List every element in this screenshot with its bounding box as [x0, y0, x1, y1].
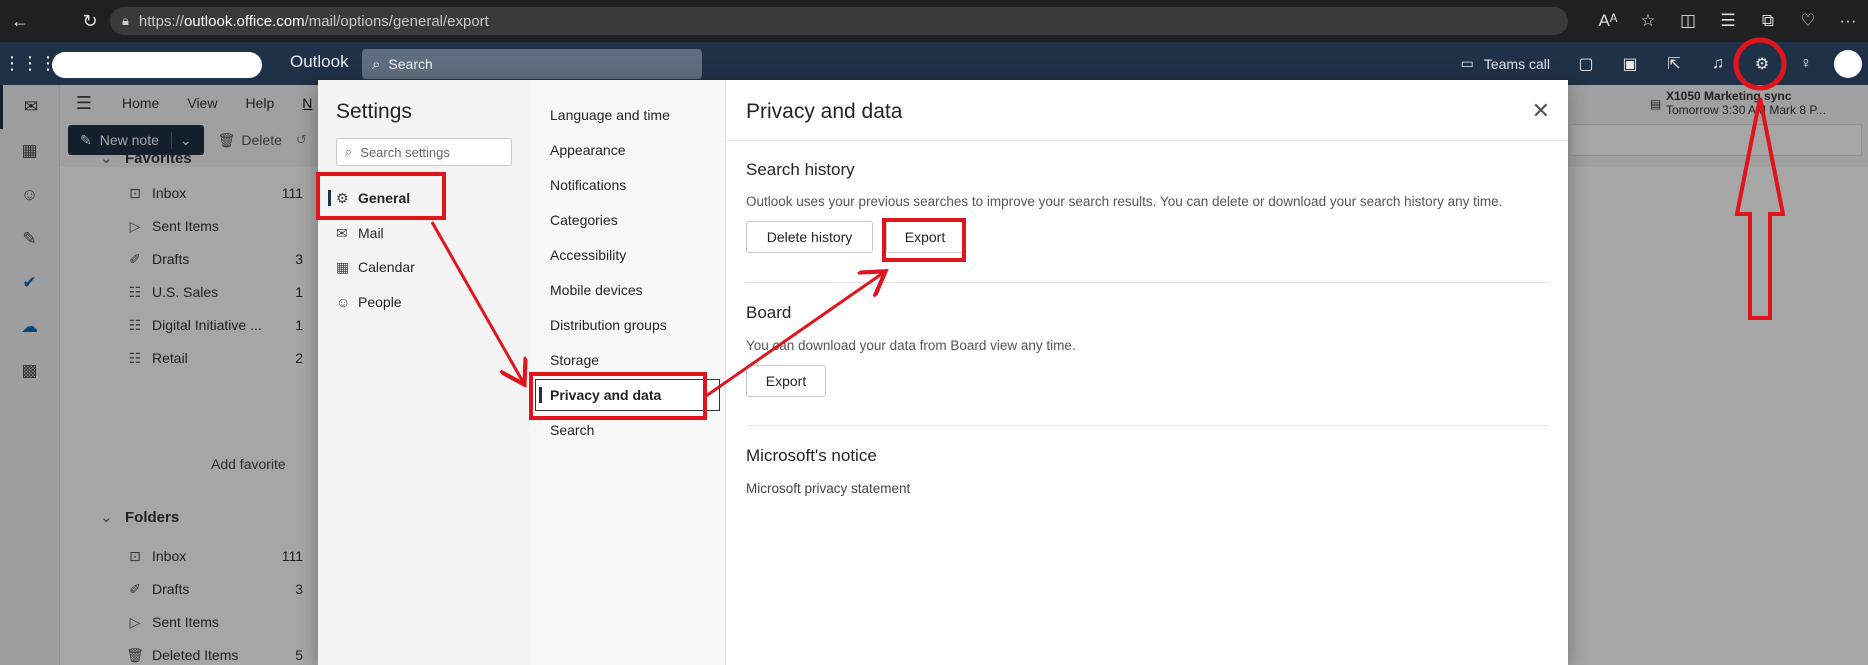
browser-actions: Aᴬ ☆ ◫ ☰ ⧉ ♡ ··· — [1588, 0, 1868, 42]
board-export-button[interactable]: Export — [746, 365, 826, 397]
favorites-icon[interactable]: ☰ — [1708, 11, 1748, 31]
board-description: You can download your data from Board vi… — [746, 338, 1076, 353]
close-icon[interactable]: ✕ — [1532, 98, 1550, 124]
settings-subcategories-pane: Language and time Appearance Notificatio… — [531, 80, 726, 665]
settings-category-people[interactable]: ☺ People — [336, 286, 516, 318]
read-aloud-icon[interactable]: Aᴬ — [1588, 11, 1628, 31]
lightbulb-icon[interactable]: ♀ — [1784, 55, 1828, 73]
browser-toolbar: ← ↻ 🔒︎ https://outlook.office.com/mail/o… — [0, 0, 1868, 42]
redacted-org-name — [52, 52, 262, 78]
address-bar[interactable]: 🔒︎ https://outlook.office.com/mail/optio… — [110, 7, 1568, 35]
back-icon[interactable]: ← — [0, 0, 40, 42]
search-icon: ⌕ — [345, 144, 353, 159]
url-prefix: https:// — [138, 12, 184, 30]
search-icon: ⌕ — [372, 55, 381, 73]
favorite-icon[interactable]: ☆ — [1628, 11, 1668, 31]
settings-category-calendar[interactable]: ▦ Calendar — [336, 251, 516, 283]
section-divider — [746, 282, 1549, 283]
search-box[interactable]: ⌕ Search — [362, 49, 702, 79]
panel-title: Privacy and data — [746, 100, 903, 123]
collections-icon[interactable]: ⧉ — [1748, 11, 1788, 31]
avatar[interactable] — [1834, 49, 1862, 78]
app-launcher-icon[interactable]: ⋮⋮⋮ — [0, 42, 60, 85]
settings-search-input[interactable]: ⌕ Search settings — [336, 138, 512, 166]
settings-categories-pane: Settings ⌕ Search settings ⚙ General ✉ M… — [318, 80, 531, 665]
more-icon[interactable]: ··· — [1828, 11, 1868, 31]
mail-icon: ✉ — [336, 224, 348, 241]
search-history-export-button[interactable]: Export — [886, 221, 964, 253]
subcategory-storage[interactable]: Storage — [550, 344, 710, 376]
header-actions: ▭ Teams call ▢ ▣ ⇱ ♫ ⚙ ♀ — [1461, 42, 1868, 85]
settings-dialog: Settings ⌕ Search settings ⚙ General ✉ M… — [318, 80, 1568, 665]
privacy-statement-link[interactable]: Microsoft privacy statement — [746, 481, 910, 496]
office-icon[interactable]: ▣ — [1608, 54, 1652, 74]
gear-icon[interactable]: ⚙ — [1740, 54, 1784, 74]
calendar-icon: ▦ — [336, 258, 350, 275]
share-icon[interactable]: ⇱ — [1652, 54, 1696, 74]
search-history-heading: Search history — [746, 160, 855, 179]
subcategory-categories[interactable]: Categories — [550, 204, 710, 236]
outlook-window: ← ↻ 🔒︎ https://outlook.office.com/mail/o… — [0, 0, 1868, 665]
search-placeholder: Search — [388, 56, 433, 72]
subcategory-notifications[interactable]: Notifications — [550, 169, 710, 201]
teams-call-label: Teams call — [1483, 55, 1550, 72]
video-icon: ▭ — [1460, 55, 1474, 71]
bell-icon[interactable]: ♫ — [1696, 55, 1740, 73]
chat-icon[interactable]: ▢ — [1564, 54, 1608, 74]
url-path: /mail/options/general/export — [304, 12, 489, 30]
subcategory-search[interactable]: Search — [550, 414, 710, 446]
section-divider — [746, 425, 1549, 426]
url-host: outlook.office.com — [183, 12, 305, 30]
people-icon: ☺ — [336, 294, 351, 310]
panel-header-divider — [726, 140, 1568, 141]
notice-heading: Microsoft's notice — [746, 446, 877, 465]
teams-call-button[interactable]: ▭ Teams call — [1461, 55, 1550, 72]
settings-category-general[interactable]: ⚙ General — [328, 182, 516, 214]
health-icon[interactable]: ♡ — [1788, 11, 1828, 31]
subcategory-appearance[interactable]: Appearance — [550, 134, 710, 166]
board-heading: Board — [746, 303, 792, 322]
app-name[interactable]: Outlook — [290, 52, 349, 72]
subcategory-accessibility[interactable]: Accessibility — [550, 239, 710, 271]
settings-category-mail[interactable]: ✉ Mail — [336, 217, 516, 249]
lock-icon[interactable]: 🔒︎ — [122, 13, 129, 29]
subcategory-language[interactable]: Language and time — [550, 99, 710, 131]
settings-title: Settings — [336, 100, 412, 123]
subcategory-distribution-groups[interactable]: Distribution groups — [550, 309, 710, 341]
delete-history-button[interactable]: Delete history — [746, 221, 873, 253]
subcategory-privacy-and-data[interactable]: Privacy and data — [535, 379, 720, 411]
search-history-description: Outlook uses your previous searches to i… — [746, 194, 1503, 209]
subcategory-mobile-devices[interactable]: Mobile devices — [550, 274, 710, 306]
gear-icon: ⚙ — [336, 189, 349, 206]
refresh-icon[interactable]: ↻ — [70, 0, 110, 42]
split-screen-icon[interactable]: ◫ — [1668, 11, 1708, 31]
